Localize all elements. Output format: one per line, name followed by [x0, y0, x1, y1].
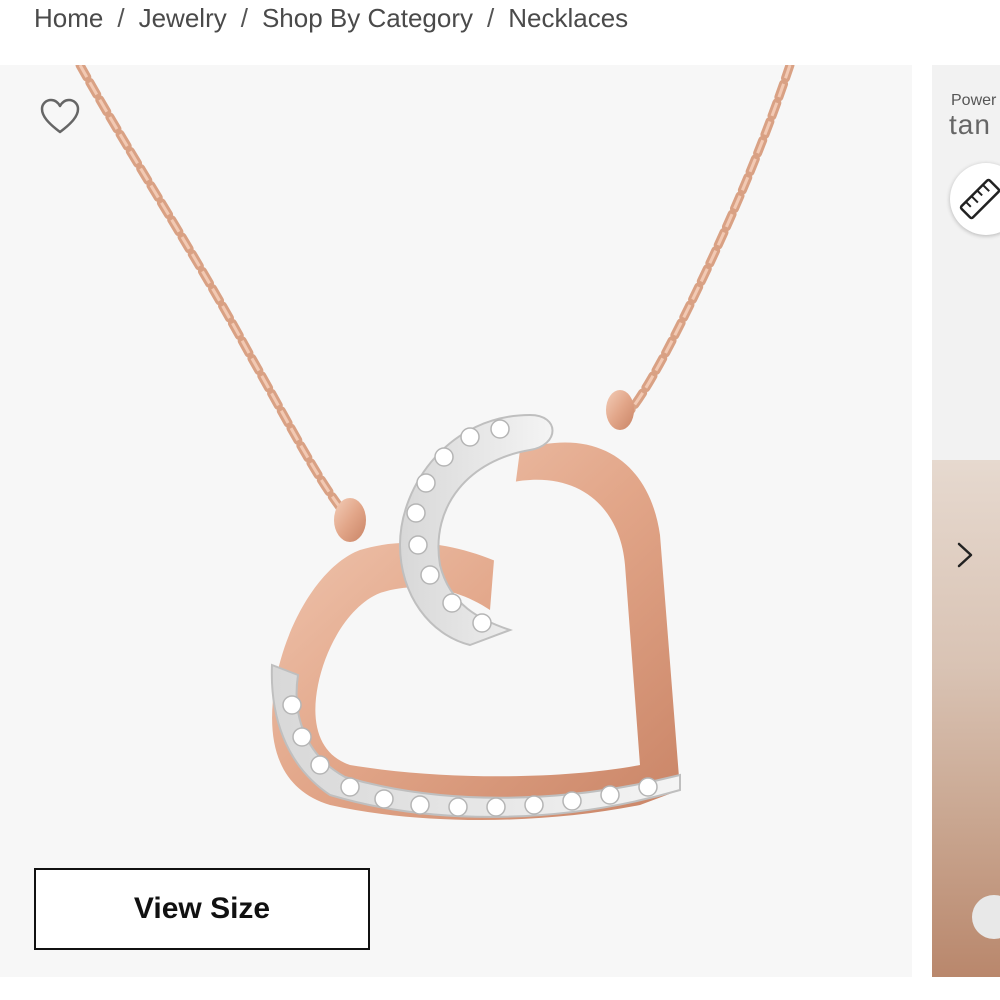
- breadcrumb-jewelry[interactable]: Jewelry: [139, 3, 227, 34]
- wishlist-heart-icon[interactable]: [38, 95, 82, 139]
- breadcrumb-home[interactable]: Home: [34, 3, 103, 34]
- brand-logo-text: tan: [949, 109, 991, 140]
- powered-by-text: Power: [951, 92, 997, 109]
- breadcrumb: Home / Jewelry / Shop By Category / Neck…: [34, 0, 628, 36]
- breadcrumb-necklaces[interactable]: Necklaces: [508, 3, 628, 34]
- breadcrumb-shop-by-category[interactable]: Shop By Category: [262, 3, 473, 34]
- view-size-button[interactable]: View Size: [34, 868, 370, 950]
- size-guide-panel: Power tan: [932, 65, 1000, 977]
- breadcrumb-separator: /: [486, 2, 495, 33]
- product-main-image[interactable]: [0, 65, 912, 977]
- breadcrumb-separator: /: [240, 2, 248, 33]
- heart-necklace-image: [75, 65, 795, 820]
- breadcrumb-separator: /: [117, 2, 125, 33]
- ruler-icon[interactable]: [950, 163, 1000, 235]
- chevron-right-icon[interactable]: [950, 540, 980, 570]
